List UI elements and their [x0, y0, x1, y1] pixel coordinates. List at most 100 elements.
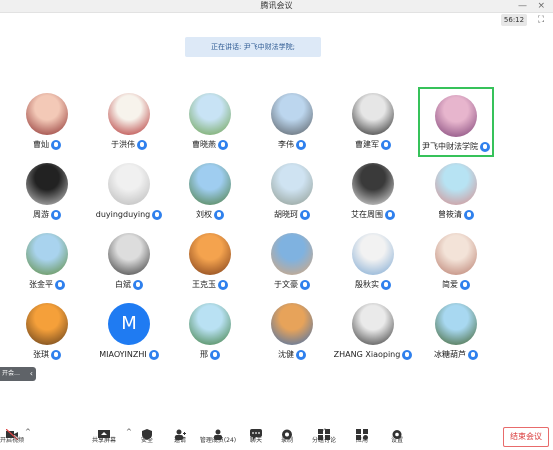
avatar: [271, 93, 313, 135]
gear-button[interactable]: 设置: [375, 422, 419, 450]
collapse-panel-tab[interactable]: 开会… ‹: [0, 367, 36, 381]
share-screen-icon: [98, 425, 110, 438]
avatar: [271, 163, 313, 205]
participant-name: 刘权: [196, 210, 212, 219]
share-screen-button[interactable]: 共享屏幕: [82, 422, 126, 450]
caret-up-icon[interactable]: ^: [25, 428, 31, 436]
invite-icon: [174, 425, 186, 440]
title-bar: 腾讯会议 — ×: [0, 0, 553, 13]
chevron-left-icon: ‹: [29, 369, 33, 378]
microphone-icon: [218, 140, 228, 150]
participant-name: 简爱: [442, 280, 458, 289]
microphone-icon: [51, 210, 61, 220]
participant-name: 胡晓珂: [274, 210, 298, 219]
participant-name-row: 曾筱清: [398, 209, 514, 222]
participant-name: MIAOYINZHI: [99, 350, 147, 359]
avatar: [26, 163, 68, 205]
participant-name: 白斌: [115, 280, 131, 289]
microphone-icon: [133, 280, 143, 290]
microphone-icon: [300, 210, 310, 220]
avatar: [435, 233, 477, 275]
participant-name: 邢: [200, 350, 208, 359]
video-button[interactable]: 开启视频: [0, 422, 34, 450]
avatar: [435, 163, 477, 205]
participant-tile[interactable]: 尹飞中财法学院: [418, 87, 494, 157]
participant-name: 曹晓燕: [192, 140, 216, 149]
participant-name: 周游: [33, 210, 49, 219]
avatar: [26, 93, 68, 135]
participant-name: 于文豪: [274, 280, 298, 289]
participant-tile[interactable]: 曾筱清: [418, 157, 494, 227]
avatar: [108, 233, 150, 275]
microphone-icon: [381, 280, 391, 290]
participant-name: 尹飞中财法学院: [422, 142, 478, 151]
microphone-icon: [381, 140, 391, 150]
microphone-icon: [51, 350, 61, 360]
participant-tile[interactable]: 冰糖葫芦: [418, 297, 494, 367]
meeting-timer: 56:12: [501, 14, 527, 26]
gear-label: 设置: [390, 437, 403, 444]
avatar: [26, 303, 68, 345]
gear-icon: [391, 425, 403, 439]
participant-name: 李伟: [278, 140, 294, 149]
avatar: [352, 233, 394, 275]
record-icon: [281, 425, 293, 440]
participant-name: duyingduying: [95, 210, 151, 219]
minimize-button[interactable]: —: [518, 0, 527, 12]
microphone-icon: [385, 210, 395, 220]
microphone-icon: [480, 142, 490, 152]
participant-name: 冰糖葫芦: [434, 350, 466, 359]
microphone-icon: [218, 280, 228, 290]
avatar: [352, 93, 394, 135]
participant-name: 曹建军: [355, 140, 379, 149]
participant-tile[interactable]: 简爱: [418, 227, 494, 297]
avatar: [189, 303, 231, 345]
chat-icon: [250, 425, 262, 440]
avatar: [271, 303, 313, 345]
avatar: [189, 93, 231, 135]
apps-icon: [356, 425, 368, 440]
avatar: [352, 163, 394, 205]
collapse-tab-label: 开会…: [2, 370, 21, 377]
microphone-icon: [51, 140, 61, 150]
fullscreen-icon[interactable]: ⛶: [535, 14, 547, 26]
participant-name: 于洪伟: [111, 140, 135, 149]
microphone-icon: [464, 210, 474, 220]
participant-name-row: 冰糖葫芦: [398, 349, 514, 362]
participant-name: 张琪: [33, 350, 49, 359]
window-title: 腾讯会议: [260, 1, 293, 10]
share-screen-label: 共享屏幕: [91, 437, 116, 444]
avatar: M: [108, 303, 150, 345]
members-icon: [212, 425, 224, 440]
microphone-icon: [296, 140, 306, 150]
participant-name-row: 简爱: [398, 279, 514, 292]
caret-up-icon[interactable]: ^: [322, 428, 328, 436]
shield-icon: [141, 425, 153, 440]
caret-up-icon[interactable]: ^: [126, 428, 132, 436]
participant-name: 张金平: [29, 280, 53, 289]
microphone-icon: [137, 140, 147, 150]
video-label: 开启视频: [0, 437, 24, 444]
avatar: [435, 95, 477, 137]
end-meeting-button[interactable]: 结束会议: [503, 427, 549, 447]
avatar: [108, 93, 150, 135]
participant-name: 曾筱清: [438, 210, 462, 219]
participant-name: 殷秋实: [355, 280, 379, 289]
avatar: [108, 163, 150, 205]
microphone-icon: [55, 280, 65, 290]
participant-name-row: 尹飞中财法学院: [400, 141, 512, 154]
microphone-icon: [460, 280, 470, 290]
speaking-banner: 正在讲话: 尹飞中财法学院;: [185, 37, 321, 57]
participant-name: 曹灿: [33, 140, 49, 149]
microphone-icon: [300, 280, 310, 290]
avatar: [189, 163, 231, 205]
close-button[interactable]: ×: [537, 0, 545, 12]
meeting-toolbar: 开启视频 共享屏幕 安全 邀请 管理成员(24) 聊天 录制 分组讨论 应用 设置 ^ ^ ^: [0, 422, 553, 450]
participant-name: ZHANG Xiaoping: [333, 350, 401, 359]
participant-name: 王克玉: [192, 280, 216, 289]
participant-name: 沈健: [278, 350, 294, 359]
microphone-icon: [296, 350, 306, 360]
avatar: [352, 303, 394, 345]
avatar: [26, 233, 68, 275]
microphone-icon: [468, 350, 478, 360]
